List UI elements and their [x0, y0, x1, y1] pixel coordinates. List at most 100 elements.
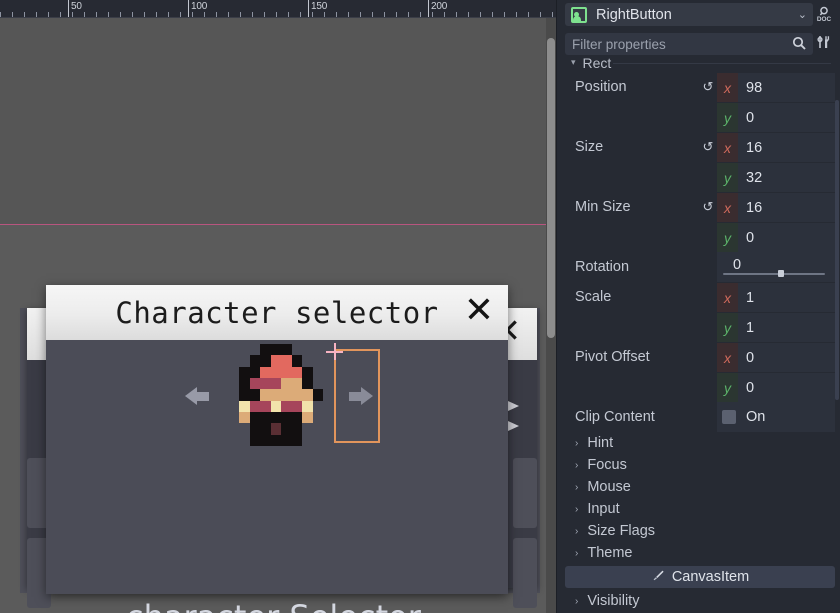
- inspector-scrollbar[interactable]: [835, 100, 839, 400]
- property-row-min-size[interactable]: Min Size ↺ x 16: [565, 192, 835, 223]
- ruler-minor-tick: [0, 12, 1, 17]
- position-x-value[interactable]: 98: [738, 80, 762, 96]
- size-x-value[interactable]: 16: [738, 140, 762, 156]
- property-row-position[interactable]: Position ↺ x 98: [565, 72, 835, 103]
- sprite-pixel: [260, 400, 271, 412]
- scale-y-field[interactable]: y 1: [717, 312, 835, 343]
- ruler-minor-tick: [168, 12, 169, 17]
- revert-icon[interactable]: ↺: [699, 199, 717, 215]
- axis-label-y: y: [717, 222, 738, 253]
- filter-properties-row[interactable]: [565, 33, 813, 55]
- selected-node-rect[interactable]: [334, 349, 380, 443]
- property-row-min-size-y[interactable]: y 0: [565, 222, 835, 253]
- close-dialog-button[interactable]: ✕: [464, 293, 494, 329]
- section-header-rect[interactable]: ▾ Rect: [565, 56, 835, 69]
- sprite-pixel: [270, 411, 281, 424]
- category-size-flags[interactable]: › Size Flags: [565, 520, 835, 542]
- category-mouse[interactable]: › Mouse: [565, 476, 835, 498]
- sprite-pixel: [313, 412, 324, 423]
- min-size-y-value[interactable]: 0: [738, 230, 754, 246]
- size-x-field[interactable]: x 16: [717, 132, 835, 163]
- min-size-y-field[interactable]: y 0: [717, 222, 835, 253]
- revert-icon[interactable]: ↺: [699, 139, 717, 155]
- category-label: Size Flags: [587, 523, 656, 539]
- category-label: Theme: [587, 545, 633, 561]
- sprite-pixel: [239, 423, 250, 434]
- min-size-x-field[interactable]: x 16: [717, 192, 835, 223]
- category-focus[interactable]: › Focus: [565, 454, 835, 476]
- properties-list[interactable]: ▾ Rect Position ↺ x 98 y 0 Size ↺ x 16 y…: [565, 56, 835, 613]
- category-hint[interactable]: › Hint: [565, 432, 835, 454]
- filter-properties-input[interactable]: [572, 36, 792, 52]
- property-row-size-y[interactable]: y 32: [565, 162, 835, 193]
- position-y-value[interactable]: 0: [738, 110, 754, 126]
- scale-x-value[interactable]: 1: [738, 290, 754, 306]
- property-row-pivot-offset[interactable]: Pivot Offset x 0: [565, 342, 835, 373]
- property-row-scale-y[interactable]: y 1: [565, 312, 835, 343]
- documentation-search-icon[interactable]: DOC: [812, 2, 836, 26]
- sprite-pixel: [302, 400, 313, 412]
- chevron-right-icon: ›: [575, 459, 579, 471]
- rotation-slider[interactable]: 0: [717, 252, 835, 282]
- sprite-pixel: [260, 411, 271, 424]
- sprite-pixel: [270, 434, 281, 446]
- pivot-offset-y-value[interactable]: 0: [738, 380, 754, 396]
- property-row-scale[interactable]: Scale x 1: [565, 282, 835, 313]
- pivot-offset-x-field[interactable]: x 0: [717, 342, 835, 373]
- property-row-position-y[interactable]: y 0: [565, 102, 835, 133]
- ruler-minor-tick: [192, 12, 193, 17]
- sprite-pixel: [239, 377, 250, 390]
- property-row-pivot-offset-y[interactable]: y 0: [565, 372, 835, 403]
- position-y-field[interactable]: y 0: [717, 102, 835, 133]
- axis-label-x: x: [717, 192, 738, 223]
- dialog-title: Character selector: [115, 295, 439, 330]
- category-visibility[interactable]: › Visibility: [565, 590, 835, 612]
- inspector-tools-icon[interactable]: [812, 30, 836, 54]
- chevron-down-icon[interactable]: ⌄: [798, 8, 807, 21]
- ruler-minor-tick: [144, 12, 145, 17]
- property-row-rotation[interactable]: Rotation 0: [565, 252, 835, 282]
- size-y-value[interactable]: 32: [738, 170, 762, 186]
- ruler-minor-tick: [492, 12, 493, 17]
- chevron-right-icon: ›: [575, 595, 579, 607]
- revert-icon[interactable]: ↺: [699, 79, 717, 95]
- property-row-size[interactable]: Size ↺ x 16: [565, 132, 835, 163]
- property-row-clip-content[interactable]: Clip Content On: [565, 402, 835, 432]
- category-input[interactable]: › Input: [565, 498, 835, 520]
- checkbox-icon[interactable]: [722, 410, 736, 424]
- previous-character-arrow[interactable]: [183, 381, 217, 411]
- clip-content-toggle[interactable]: On: [717, 402, 835, 432]
- dialog-titlebar[interactable]: Character selector ✕: [46, 285, 508, 340]
- canvas-2d-viewport[interactable]: 50 100 150 200 ✕: [0, 0, 556, 613]
- sprite-pixel: [281, 355, 292, 367]
- slider-handle[interactable]: [778, 270, 785, 277]
- rotation-value[interactable]: 0: [733, 257, 741, 273]
- pivot-crosshair-icon: [326, 343, 343, 360]
- search-icon[interactable]: [792, 36, 806, 53]
- axis-label-y: y: [717, 372, 738, 403]
- selected-node-dropdown[interactable]: RightButton ⌄: [565, 3, 813, 26]
- position-x-field[interactable]: x 98: [717, 72, 835, 103]
- ruler-minor-tick: [132, 12, 133, 17]
- min-size-x-value[interactable]: 16: [738, 200, 762, 216]
- horizontal-ruler[interactable]: 50 100 150 200: [0, 0, 556, 18]
- class-header-canvasitem[interactable]: CanvasItem: [565, 566, 835, 588]
- sprite-pixel: [249, 423, 260, 435]
- sprite-pixel: [281, 411, 292, 424]
- ruler-minor-tick: [480, 12, 481, 17]
- canvas-vertical-scrollbar[interactable]: [546, 18, 556, 613]
- chevron-right-icon: ›: [575, 525, 579, 537]
- slider-track[interactable]: [723, 273, 825, 275]
- background-panel-d: [513, 538, 537, 608]
- svg-text:DOC: DOC: [817, 16, 832, 23]
- pivot-offset-y-field[interactable]: y 0: [717, 372, 835, 403]
- size-y-field[interactable]: y 32: [717, 162, 835, 193]
- canvas-area[interactable]: ✕ Character selector ✕: [0, 18, 556, 613]
- category-label: Hint: [587, 435, 614, 451]
- pivot-offset-x-value[interactable]: 0: [738, 350, 754, 366]
- scale-y-value[interactable]: 1: [738, 320, 754, 336]
- character-sprite: [239, 344, 323, 446]
- canvas-scrollbar-thumb[interactable]: [547, 38, 555, 338]
- scale-x-field[interactable]: x 1: [717, 282, 835, 313]
- category-theme[interactable]: › Theme: [565, 542, 835, 564]
